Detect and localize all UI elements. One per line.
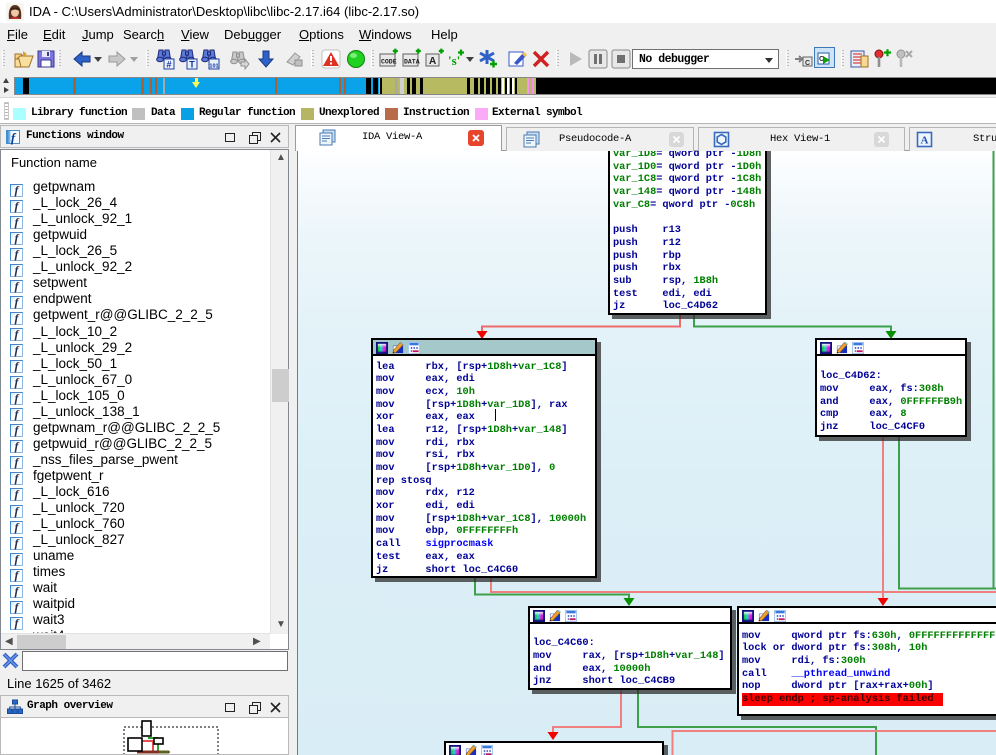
svg-text:#: # [166, 60, 171, 70]
svg-text:A: A [921, 135, 929, 147]
svg-text:C: C [805, 60, 810, 67]
svg-text:101: 101 [209, 64, 218, 70]
svg-text:CODE: CODE [381, 59, 397, 66]
svg-text:C: C [819, 56, 824, 63]
svg-text:T: T [189, 60, 195, 70]
svg-text:'s': 's' [448, 53, 460, 68]
svg-text:A: A [429, 56, 436, 67]
svg-text:DATA: DATA [404, 59, 420, 66]
